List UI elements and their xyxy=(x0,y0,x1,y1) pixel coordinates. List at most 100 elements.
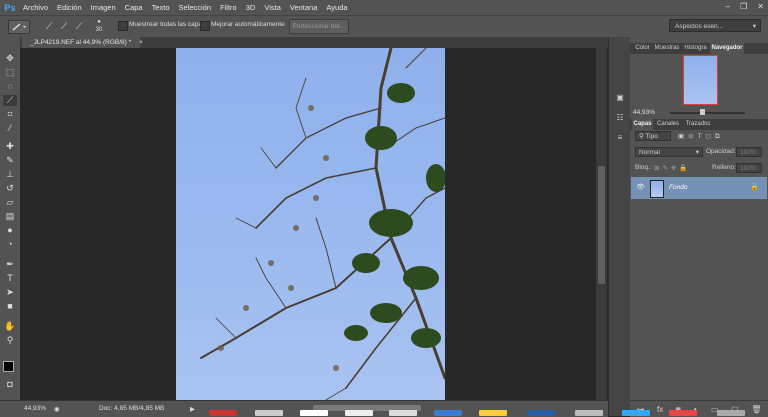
chevron-down-icon: ▾ xyxy=(752,23,756,30)
history-brush-tool-icon[interactable]: ↺ xyxy=(3,183,17,194)
fill-label: Relleno: xyxy=(712,164,736,171)
eraser-tool-icon[interactable]: ▱ xyxy=(3,197,17,208)
menu-vista[interactable]: Vista xyxy=(264,3,281,12)
subtract-selection-brush-icon[interactable]: ⟋ xyxy=(72,19,86,33)
properties-panel-icon[interactable]: ☷ xyxy=(614,113,626,123)
taskbar-app-11[interactable] xyxy=(669,410,697,416)
taskbar-app-10[interactable] xyxy=(622,410,650,416)
blend-mode-select[interactable]: Normal ▾ xyxy=(635,147,703,157)
menu-imagen[interactable]: Imagen xyxy=(91,3,116,12)
layer-kind-filter[interactable]: ⚲ Tipo xyxy=(635,131,671,141)
menu-ayuda[interactable]: Ayuda xyxy=(326,3,347,12)
taskbar-app-8[interactable] xyxy=(527,410,555,416)
tab-channels[interactable]: Canales xyxy=(654,119,682,130)
tools-panel: ✥ ⬚ ◌ ⟋ ⌗ ⁄ ✚ ✎ ⊥ ↺ ▱ ▤ ● ◔ ✒ T ➤ ■ ✋ ⚲ … xyxy=(0,37,21,400)
close-button[interactable]: ✕ xyxy=(757,2,764,11)
chevron-down-icon: ▾ xyxy=(695,149,699,156)
navigator-preview[interactable] xyxy=(683,55,718,105)
move-tool-icon[interactable]: ✥ xyxy=(3,53,17,64)
options-bar: ⟋ ⟋ ⟋ ● 30 Muestrear todas las capas Mej… xyxy=(0,15,768,38)
pen-tool-icon[interactable]: ✒ xyxy=(3,259,17,270)
zoom-tool-icon[interactable]: ⚲ xyxy=(3,335,17,346)
taskbar-app-4[interactable] xyxy=(345,410,373,416)
tab-navigator[interactable]: Navegador xyxy=(710,43,744,54)
type-tool-icon[interactable]: T xyxy=(3,273,17,284)
minimize-button[interactable]: – xyxy=(726,2,730,11)
close-document-icon[interactable]: × xyxy=(139,39,143,46)
restore-button[interactable]: ❐ xyxy=(740,2,747,11)
gradient-tool-icon[interactable]: ▤ xyxy=(3,211,17,222)
lasso-tool-icon[interactable]: ◌ xyxy=(3,81,17,92)
menu-3d[interactable]: 3D xyxy=(246,3,256,12)
tab-paths[interactable]: Trazados xyxy=(683,119,713,130)
clone-stamp-tool-icon[interactable]: ⊥ xyxy=(3,169,17,180)
tab-color[interactable]: Color xyxy=(632,43,653,54)
workspace-label: Aspectos esen... xyxy=(675,23,724,30)
crop-tool-icon[interactable]: ⌗ xyxy=(3,109,17,120)
eyedropper-tool-icon[interactable]: ⁄ xyxy=(3,123,17,134)
lock-label: Bloq.: xyxy=(635,164,652,171)
dodge-tool-icon[interactable]: ◔ xyxy=(3,239,17,250)
status-zoom[interactable]: 44,93% xyxy=(24,405,46,412)
healing-brush-tool-icon[interactable]: ✚ xyxy=(3,141,17,152)
panel-icon-strip: ▣ ☷ ≡ xyxy=(608,37,631,416)
tab-histogram[interactable]: Histogra xyxy=(681,43,710,54)
menu-bar: Ps Archivo Edición Imagen Capa Texto Sel… xyxy=(0,0,768,15)
sample-all-layers-checkbox[interactable] xyxy=(118,21,128,31)
taskbar-app-3[interactable] xyxy=(300,410,328,416)
layer-name[interactable]: Fondo xyxy=(669,184,687,191)
blur-tool-icon[interactable]: ● xyxy=(3,225,17,236)
taskbar-app-2[interactable] xyxy=(255,410,283,416)
zoom-slider-knob[interactable] xyxy=(700,109,705,115)
adjustments-panel-icon[interactable]: ≡ xyxy=(614,133,626,143)
brush-size-value: 30 xyxy=(95,27,103,33)
taskbar-app-12[interactable] xyxy=(717,410,745,416)
menu-texto[interactable]: Texto xyxy=(152,3,170,12)
document-tab[interactable]: _JLP4219.NEF al 44,9% (RGB/8) * × xyxy=(22,37,143,48)
taskbar-app-6[interactable] xyxy=(434,410,462,416)
fill-field[interactable]: 100% xyxy=(736,163,762,173)
status-doc-info: Doc: 4,85 MB/4,85 MB xyxy=(99,405,165,412)
vertical-scrollbar[interactable] xyxy=(596,48,607,400)
tab-layers[interactable]: Capas xyxy=(632,119,653,130)
marquee-tool-icon[interactable]: ⬚ xyxy=(3,67,17,78)
taskbar-app-5[interactable] xyxy=(389,410,417,416)
menu-seleccion[interactable]: Selección xyxy=(179,3,212,12)
menu-archivo[interactable]: Archivo xyxy=(23,3,48,12)
hand-tool-icon[interactable]: ✋ xyxy=(3,321,17,332)
brush-tool-icon[interactable]: ✎ xyxy=(3,155,17,166)
navigator-zoom-value[interactable]: 44,93% xyxy=(633,109,655,116)
tab-swatches[interactable]: Muestras xyxy=(653,43,681,54)
taskbar-app-9[interactable] xyxy=(575,410,603,416)
auto-enhance-checkbox[interactable] xyxy=(200,21,210,31)
taskbar-app-1[interactable] xyxy=(209,410,237,416)
brush-size-picker[interactable]: ● 30 xyxy=(92,18,106,34)
new-selection-brush-icon[interactable]: ⟋ xyxy=(42,19,56,33)
filter-icons[interactable]: ▣⊙T◻⧉ xyxy=(678,132,724,141)
taskbar-app-7[interactable] xyxy=(479,410,507,416)
quick-selection-tool-icon[interactable]: ⟋ xyxy=(3,95,17,106)
quick-mask-icon[interactable]: ◘ xyxy=(3,379,17,390)
refine-edge-button[interactable]: Perfeccionar bor... xyxy=(289,19,349,34)
opacity-field[interactable]: 100% xyxy=(736,147,762,157)
foreground-color-swatch[interactable] xyxy=(3,361,14,372)
lock-icons[interactable]: ⊠✎✥🔒 xyxy=(654,164,690,172)
tool-preset-picker[interactable] xyxy=(8,20,30,34)
add-to-selection-brush-icon[interactable]: ⟋ xyxy=(57,19,71,33)
workspace-select[interactable]: Aspectos esen... ▾ xyxy=(669,19,761,32)
path-selection-tool-icon[interactable]: ➤ xyxy=(3,287,17,298)
menu-capa[interactable]: Capa xyxy=(125,3,143,12)
menu-ventana[interactable]: Ventana xyxy=(290,3,318,12)
photoshop-logo: Ps xyxy=(4,2,16,13)
canvas-area[interactable] xyxy=(20,48,595,400)
vertical-scroll-thumb[interactable] xyxy=(598,166,605,284)
visibility-eye-icon[interactable]: 👁 xyxy=(636,183,645,191)
rectangle-tool-icon[interactable]: ■ xyxy=(3,301,17,312)
menu-edicion[interactable]: Edición xyxy=(57,3,82,12)
history-panel-icon[interactable]: ▣ xyxy=(614,93,626,103)
layer-row[interactable]: 👁 Fondo 🔒 xyxy=(631,177,767,199)
menu-filtro[interactable]: Filtro xyxy=(220,3,237,12)
navigator-zoom-slider[interactable] xyxy=(670,109,745,115)
status-menu-arrow-icon[interactable]: ▶ xyxy=(190,405,195,413)
auto-enhance-label: Mejorar automáticamente xyxy=(211,21,285,28)
